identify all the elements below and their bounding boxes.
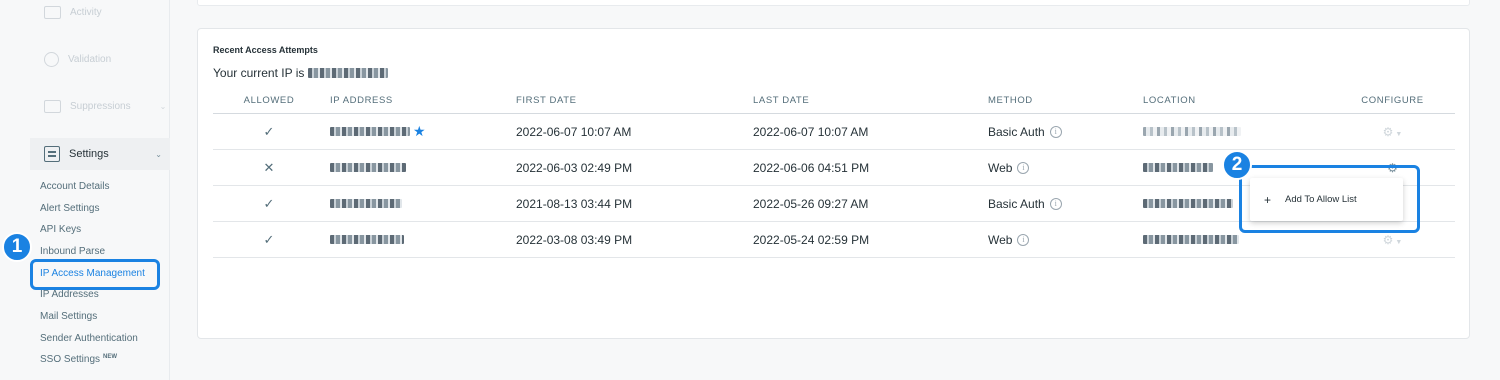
col-allowed: ALLOWED <box>243 94 295 106</box>
method-cell: Basic Auth i <box>985 125 1140 139</box>
highlight-add-to-allow-list <box>1239 165 1420 233</box>
ip-cell: ★ <box>325 123 511 140</box>
sidebar-item-label: SSO Settings <box>40 354 101 365</box>
redacted-ip <box>330 127 410 136</box>
suppressions-icon <box>44 100 61 113</box>
sidebar-item-alert-settings[interactable]: Alert Settings <box>40 203 99 214</box>
location-cell <box>1140 125 1330 139</box>
sidebar-item-label: Activity <box>70 7 102 18</box>
step-badge-2: 2 <box>1222 150 1252 180</box>
sidebar-item-validation[interactable]: Validation <box>44 52 111 67</box>
settings-icon <box>44 146 60 162</box>
sidebar-item-label: Settings <box>69 148 109 160</box>
method-label: Basic Auth <box>988 124 1045 139</box>
chevron-down-icon: ⌄ <box>159 102 167 111</box>
ip-cell <box>325 199 511 208</box>
chevron-down-icon: ⌄ <box>155 149 162 159</box>
check-icon: ✓ <box>263 195 275 211</box>
method-label: Web <box>988 232 1013 247</box>
current-ip: Your current IP is <box>213 66 389 80</box>
ip-cell <box>325 163 511 172</box>
table-header: ALLOWED IP ADDRESS FIRST DATE LAST DATE … <box>213 87 1455 114</box>
redacted-ip <box>330 199 402 208</box>
redacted-ip <box>330 163 406 172</box>
redacted-location <box>1143 198 1233 208</box>
mail-icon <box>44 6 61 19</box>
redacted-location <box>1143 162 1213 172</box>
gear-icon[interactable]: ⚙ <box>1383 125 1394 139</box>
method-label: Basic Auth <box>988 196 1045 211</box>
configure-cell[interactable]: ⚙ ▼ <box>1330 125 1455 139</box>
info-icon[interactable]: i <box>1017 161 1030 174</box>
check-icon: ✓ <box>263 231 275 247</box>
col-last-date: LAST DATE <box>753 94 810 106</box>
method-cell: Web i <box>985 233 1140 247</box>
card-title: Recent Access Attempts <box>213 45 318 55</box>
x-icon: ✕ <box>263 159 275 175</box>
sidebar-item-sso-settings[interactable]: SSO Settings NEW <box>40 354 117 365</box>
info-icon[interactable]: i <box>1049 197 1062 210</box>
location-cell <box>1140 233 1330 247</box>
sidebar-item-label: Validation <box>68 54 112 65</box>
col-configure: CONFIGURE <box>1361 94 1424 106</box>
check-icon: ✓ <box>263 123 275 139</box>
new-badge: NEW <box>103 354 118 360</box>
method-cell: Basic Auth i <box>985 197 1140 211</box>
highlight-ip-access-management <box>30 259 160 290</box>
top-card <box>197 0 1470 6</box>
last-date-cell: 2022-05-26 09:27 AM <box>753 196 869 211</box>
first-date-cell: 2022-06-03 02:49 PM <box>516 160 633 175</box>
sidebar-item-ip-addresses[interactable]: IP Addresses <box>40 289 99 300</box>
info-icon[interactable]: i <box>1017 233 1030 246</box>
redacted-ip <box>308 68 389 78</box>
redacted-location <box>1143 234 1239 244</box>
caret-down-icon: ▼ <box>1395 238 1403 246</box>
first-date-cell: 2021-08-13 03:44 PM <box>516 196 633 211</box>
ip-cell <box>325 235 511 244</box>
col-ip-address: IP ADDRESS <box>330 94 393 106</box>
sidebar-item-account-details[interactable]: Account Details <box>40 181 109 192</box>
last-date-cell: 2022-05-24 02:59 PM <box>753 232 870 247</box>
sidebar-item-inbound-parse[interactable]: Inbound Parse <box>40 246 105 257</box>
first-date-cell: 2022-03-08 03:49 PM <box>516 232 633 247</box>
caret-down-icon: ▼ <box>1395 130 1403 138</box>
info-icon[interactable]: i <box>1049 125 1062 138</box>
col-location: LOCATION <box>1143 94 1196 106</box>
table-row: ✓ ★ 2022-06-07 10:07 AM 2022-06-07 10:07… <box>213 114 1455 150</box>
sidebar-item-api-keys[interactable]: API Keys <box>40 224 81 235</box>
last-date-cell: 2022-06-07 10:07 AM <box>753 124 869 139</box>
sidebar-item-label: Suppressions <box>70 101 131 112</box>
method-cell: Web i <box>985 161 1140 175</box>
star-icon: ★ <box>413 123 426 139</box>
col-first-date: FIRST DATE <box>516 94 577 106</box>
method-label: Web <box>988 160 1013 175</box>
sidebar-item-suppressions[interactable]: Suppressions ⌄ <box>44 100 166 113</box>
sidebar-item-mail-settings[interactable]: Mail Settings <box>40 311 97 322</box>
sidebar-item-sender-authentication[interactable]: Sender Authentication <box>40 333 138 344</box>
sidebar: Activity Validation Suppressions ⌄ Setti… <box>0 0 170 380</box>
step-badge-1: 1 <box>2 232 32 262</box>
current-ip-label: Your current IP is <box>213 66 305 80</box>
sidebar-item-activity[interactable]: Activity <box>44 6 102 19</box>
last-date-cell: 2022-06-06 04:51 PM <box>753 160 870 175</box>
col-method: METHOD <box>988 94 1033 106</box>
configure-cell[interactable]: ⚙ ▼ <box>1330 233 1455 247</box>
sidebar-item-settings[interactable]: Settings ⌄ <box>30 138 170 170</box>
redacted-location <box>1143 126 1241 136</box>
validation-icon <box>44 52 59 67</box>
gear-icon[interactable]: ⚙ <box>1383 233 1394 247</box>
first-date-cell: 2022-06-07 10:07 AM <box>516 124 632 139</box>
redacted-ip <box>330 235 404 244</box>
